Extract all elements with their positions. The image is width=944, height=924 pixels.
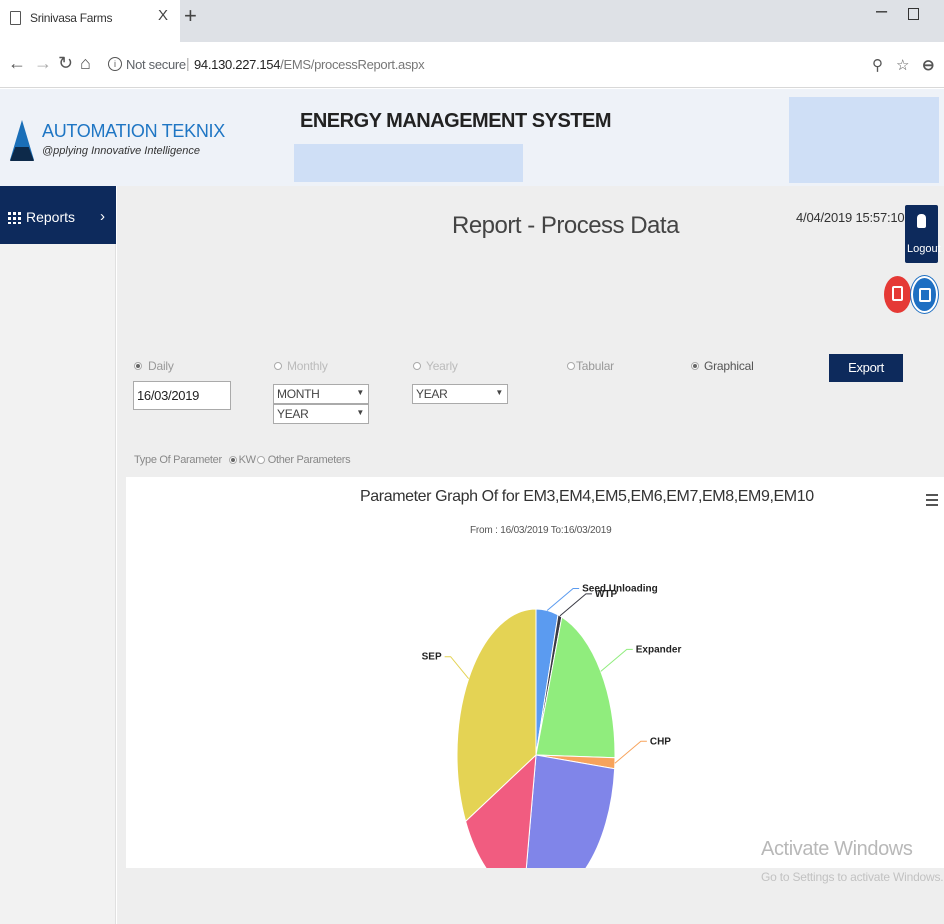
brand-name: AUTOMATION TEKNIX [42,121,225,141]
url-separator: | [186,55,190,71]
parameter-type-label: Type Of Parameter [134,454,222,466]
chevron-right-icon: › [100,208,105,225]
dropdown-arrow-icon: ▼ [356,388,364,397]
radio-daily-label: Daily [148,359,174,373]
page-title: Report - Process Data [452,212,679,239]
address-bar: ← → ↻ ⌂ i Not secure | 94.130.227.154/EM… [0,42,944,88]
pie-data-label: Expander [636,644,682,655]
parameter-type-row: Type Of Parameter KW Other Parameters [134,454,351,466]
month-select-value: MONTH [277,387,320,401]
date-input[interactable]: 16/03/2019 [133,381,231,410]
radio-other-params[interactable] [256,456,265,464]
minimize-icon[interactable]: – [876,0,887,23]
brand-tagline: @pplying Innovative Intelligence [42,145,200,157]
pdf-icon [892,286,903,301]
radio-daily[interactable] [134,362,142,370]
radio-kw[interactable] [228,456,237,464]
pie-label-connector [614,740,647,764]
pie-label-connector [600,648,633,672]
radio-tabular[interactable] [567,362,575,370]
url-host: 94.130.227.154 [194,57,281,72]
print-button[interactable] [911,276,938,313]
info-icon[interactable]: i [108,57,122,71]
radio-graphical[interactable] [691,362,699,370]
header-banner-placeholder [294,144,523,182]
pie-label-connector [444,656,470,680]
back-icon[interactable]: ← [8,53,26,74]
system-title: ENERGY MANAGEMENT SYSTEM [300,110,612,132]
radio-graphical-label: Graphical [704,359,754,373]
browser-tab-bar: Srinivasa Farms X + – [0,0,944,42]
zoom-icon[interactable]: ⚲ [872,56,883,74]
export-button[interactable]: Export [829,354,903,382]
logout-icon [917,214,926,228]
radio-kw-label: KW [238,454,256,466]
maximize-icon[interactable] [908,8,919,20]
sidebar: Reports › [0,186,116,924]
timestamp: 4/04/2019 15:57:10 [796,210,905,225]
browser-tab[interactable]: Srinivasa Farms X [0,0,180,42]
url-field[interactable]: i Not secure | 94.130.227.154/EMS/proces… [102,49,934,81]
radio-monthly-label: Monthly [287,359,328,373]
radio-monthly[interactable] [274,362,282,370]
header-logo-placeholder [789,97,939,183]
logout-button[interactable]: Logout [905,205,941,263]
url-text: 94.130.227.154/EMS/processReport.aspx [194,57,425,72]
radio-yearly[interactable] [413,362,421,370]
pie-label-connector [546,587,580,611]
watermark-subtitle: Go to Settings to activate Windows. [761,870,944,884]
pdf-export-button[interactable] [884,276,911,313]
year-select-monthly[interactable]: YEAR ▼ [273,404,369,424]
bookmark-star-icon[interactable]: ☆ [896,56,909,74]
dropdown-arrow-icon: ▼ [495,388,503,397]
month-select[interactable]: MONTH ▼ [273,384,369,404]
url-path: /EMS/processReport.aspx [280,57,425,72]
dropdown-arrow-icon: ▼ [356,408,364,417]
security-label: Not secure [126,57,186,72]
home-icon[interactable]: ⌂ [80,53,91,74]
pie-label-connector [559,593,592,617]
tab-title: Srinivasa Farms [30,11,113,25]
year-select-value: YEAR [277,407,309,421]
pie-slice[interactable] [524,754,616,868]
new-tab-button[interactable]: + [184,3,197,29]
pie-data-label: WTP [595,589,618,600]
sidebar-item-reports[interactable]: Reports › [0,186,116,244]
table-grid-icon [8,212,21,224]
radio-tabular-label: Tabular [576,359,614,373]
year-select[interactable]: YEAR ▼ [412,384,508,404]
radio-yearly-label: Yearly [426,359,458,373]
radio-other-label: Other Parameters [267,454,351,466]
profile-icon[interactable]: ⊖ [922,56,935,74]
page-icon [10,11,21,25]
pie-chart: Seed UnloadingWTP Expander CHP SEP [422,583,682,868]
reload-icon[interactable]: ↻ [58,53,73,74]
year-select-value: YEAR [416,387,448,401]
watermark-title: Activate Windows [761,838,913,860]
tab-close-icon[interactable]: X [158,7,168,24]
logout-label: Logout [907,243,941,255]
forward-icon[interactable]: → [34,53,52,74]
pie-data-label: Seed Unloading [582,583,658,594]
pie-data-label: SEP [422,652,442,663]
pie-data-label: CHP [650,736,671,747]
print-icon [919,288,931,302]
sidebar-item-label: Reports [26,209,76,225]
